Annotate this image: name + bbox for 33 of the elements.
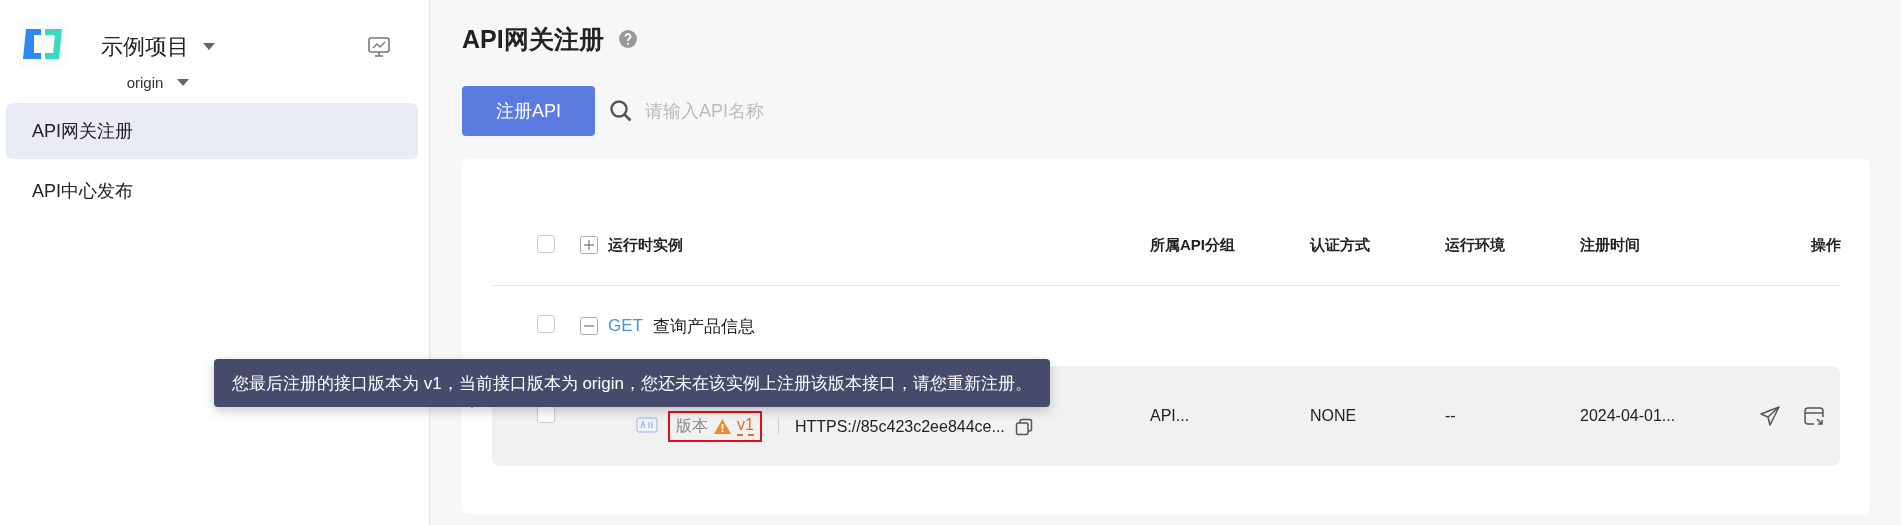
tooltip: 您最后注册的接口版本为 v1，当前接口版本为 origin，您还未在该实例上注册该版本接口，请您重新注册。 <box>214 359 1050 407</box>
sidebar-item[interactable]: API网关注册 <box>6 103 418 159</box>
http-method: GET <box>608 316 643 336</box>
version-label: 版本 <box>676 415 708 436</box>
copy-icon[interactable] <box>1014 417 1033 436</box>
send-icon[interactable] <box>1759 405 1781 427</box>
column-header: 认证方式 <box>1310 235 1370 253</box>
table-cell: -- <box>1445 407 1456 424</box>
column-header: 注册时间 <box>1580 235 1640 253</box>
column-header: 运行环境 <box>1445 235 1505 253</box>
api-icon <box>636 416 658 433</box>
search-field[interactable]: 请输入API名称 <box>643 99 867 123</box>
help-icon[interactable] <box>617 29 638 49</box>
caret-icon[interactable] <box>203 43 215 51</box>
branch-name[interactable]: origin <box>126 74 164 91</box>
checkbox[interactable] <box>537 315 555 333</box>
caret-icon[interactable] <box>177 78 190 87</box>
column-header: 操作 <box>1811 235 1841 253</box>
instance-url: HTTPS://85c423c2ee844ce... <box>794 417 1005 437</box>
page-title: API网关注册 <box>462 23 604 55</box>
column-header: 运行时实例 <box>608 235 683 255</box>
register-api-button[interactable]: 注册API <box>462 86 595 136</box>
monitor-chart-icon[interactable] <box>367 36 391 58</box>
window-arrow-icon[interactable] <box>1803 405 1825 427</box>
project-name[interactable]: 示例项目 <box>101 20 189 62</box>
table-cell: NONE <box>1310 407 1357 424</box>
sidebar-item[interactable]: API中心发布 <box>6 163 418 219</box>
table-cell: 2024-04-01... <box>1580 407 1676 424</box>
checkbox[interactable] <box>537 234 555 253</box>
table-cell: API... <box>1150 407 1190 424</box>
search-icon <box>609 99 633 123</box>
column-header: 所属API分组 <box>1150 235 1235 253</box>
api-name: 查询产品信息 <box>652 315 755 338</box>
